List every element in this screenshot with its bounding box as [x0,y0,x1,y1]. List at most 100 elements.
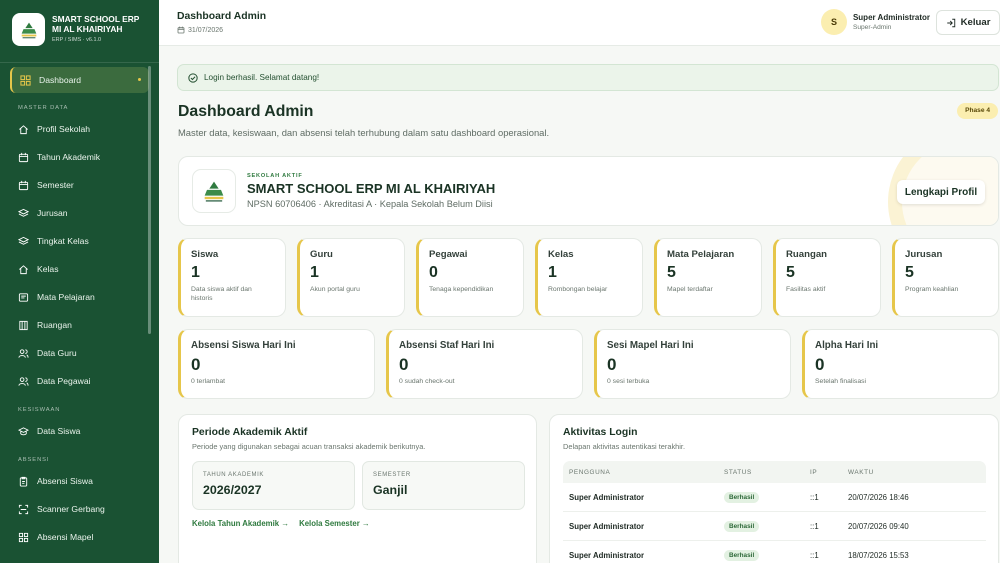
academic-year-box: TAHUN AKADEMIK 2026/2027 [192,461,355,510]
panel-title: Aktivitas Login [563,427,638,438]
stat-card-pegawai[interactable]: Pegawai 0 Tenaga kependidikan [416,238,524,317]
header-date: 31/07/2026 [177,26,223,34]
stat-desc: Rombongan belajar [548,286,608,293]
attendance-card-sesi-mapel[interactable]: Sesi Mapel Hari Ini 0 0 sesi terbuka [594,329,791,399]
status-badge: Berhasil [724,491,760,503]
stat-label: Pegawai [429,249,468,260]
stat-label: Mata Pelajaran [667,249,735,260]
sidebar: SMART SCHOOL ERP MI AL KHAIRIYAH ERP / S… [0,0,159,563]
stat-card-mata-pelajaran[interactable]: Mata Pelajaran 5 Mapel terdaftar [654,238,762,317]
manage-semester-link[interactable]: Kelola Semester → [299,519,370,528]
column-header: PENGGUNA [569,468,611,476]
user-menu[interactable]: S Super Administrator Super-Admin [820,9,930,35]
calendar-icon [177,26,185,34]
users-icon [18,348,29,358]
stat-desc: Data siswa aktif dan historis [191,286,252,302]
calendar-icon [18,180,29,190]
header-date-text: 31/07/2026 [188,26,224,34]
sidebar-item-absensi-siswa[interactable]: Absensi Siswa [0,467,159,495]
sidebar-item-label: Mata Pelajaran [37,292,95,302]
sidebar-item-scanner-gerbang[interactable]: Scanner Gerbang [0,495,159,523]
sidebar-item-label: Kelas [37,264,59,274]
semester-label: SEMESTER [373,472,411,478]
active-school-card: SEKOLAH AKTIF SMART SCHOOL ERP MI AL KHA… [178,156,999,226]
nav-section-title: MASTER DATA [18,105,69,111]
attendance-label: Absensi Siswa Hari Ini [191,340,296,351]
school-logo-icon [12,13,45,46]
attendance-value: 0 [815,355,825,374]
attendance-label: Alpha Hari Ini [815,340,879,351]
attendance-card-staf[interactable]: Absensi Staf Hari Ini 0 0 sudah check-ou… [386,329,583,399]
sidebar-item-absensi-mapel[interactable]: Absensi Mapel [0,523,159,551]
stat-card-jurusan[interactable]: Jurusan 5 Program keahlian [892,238,999,317]
layers-icon [18,208,29,217]
sidebar-item-data-siswa[interactable]: Data Siswa [0,417,159,445]
stat-card-siswa[interactable]: Siswa 1 Data siswa aktif dan historis [178,238,286,317]
logout-button[interactable]: Keluar [936,10,1000,35]
attendance-label: Sesi Mapel Hari Ini [607,340,694,351]
sidebar-item-label: Semester [37,180,74,190]
sidebar-item-label: Tahun Akademik [37,152,101,162]
table-header: PENGGUNA STATUS IP WAKTU [563,461,986,483]
sidebar-item-label: Data Pegawai [37,376,91,386]
stat-desc: Fasilitas aktif [786,286,826,293]
attendance-card-alpha[interactable]: Alpha Hari Ini 0 Setelah finalisasi [802,329,999,399]
sidebar-item-ruangan[interactable]: Ruangan [0,311,159,339]
active-dot [138,78,141,81]
sidebar-item-label: Absensi Siswa [37,476,93,486]
brand[interactable]: SMART SCHOOL ERP MI AL KHAIRIYAH ERP / S… [0,0,159,60]
cell-time: 20/07/2026 09:40 [848,521,909,531]
sidebar-item-tingkat-kelas[interactable]: Tingkat Kelas [0,227,159,255]
sidebar-item-jurusan[interactable]: Jurusan [0,199,159,227]
sidebar-item-label: Absensi Mapel [37,532,94,542]
sidebar-item-label: Ruangan [37,320,72,330]
logout-icon [946,18,955,27]
stat-label: Guru [310,249,333,260]
stat-desc: Program keahlian [905,286,959,293]
nav-section-title: KESISWAAN [18,407,61,413]
manage-academic-year-link[interactable]: Kelola Tahun Akademik → [192,519,289,528]
scan-icon [18,504,29,514]
sidebar-item-label: Dashboard [39,75,82,85]
semester-value: Ganjil [373,483,408,497]
top-header: Dashboard Admin 31/07/2026 S Super Admin… [159,0,1000,46]
stat-desc: Akun portal guru [310,286,360,293]
table-row: Super Administrator Berhasil ::1 20/07/2… [563,483,986,512]
stat-card-guru[interactable]: Guru 1 Akun portal guru [297,238,405,317]
layers-icon [18,236,29,245]
attendance-value: 0 [607,355,617,374]
attendance-desc: 0 sudah check-out [399,378,455,385]
stat-value: 1 [191,264,200,281]
sidebar-item-profil-sekolah[interactable]: Profil Sekolah [0,115,159,143]
sidebar-item-tahun-akademik[interactable]: Tahun Akademik [0,143,159,171]
logout-label: Keluar [960,17,991,28]
sidebar-item-mata-pelajaran[interactable]: Mata Pelajaran [0,283,159,311]
cell-time: 18/07/2026 15:53 [848,550,909,560]
sidebar-item-dashboard[interactable]: Dashboard [10,67,149,93]
login-activity-panel: Aktivitas Login Delapan aktivitas autent… [549,414,999,563]
sidebar-item-label: Jurusan [37,208,68,218]
sidebar-item-semester[interactable]: Semester [0,171,159,199]
attendance-desc: 0 sesi terbuka [607,378,650,385]
sidebar-item-label: Profil Sekolah [37,124,91,134]
login-activity-table: PENGGUNA STATUS IP WAKTU Super Administr… [563,461,986,563]
school-eyebrow: SEKOLAH AKTIF [247,173,303,179]
sidebar-scrollbar[interactable] [148,66,151,334]
academic-year-label: TAHUN AKADEMIK [203,472,264,478]
sidebar-item-kelas[interactable]: Kelas [0,255,159,283]
page-subtitle: Master data, kesiswaan, dan absensi tela… [178,127,550,138]
sidebar-item-data-pegawai[interactable]: Data Pegawai [0,367,159,395]
attendance-card-siswa[interactable]: Absensi Siswa Hari Ini 0 0 terlambat [178,329,375,399]
complete-profile-button[interactable]: Lengkapi Profil [897,180,985,204]
nav-section-title: ABSENSI [18,457,50,463]
semester-box: SEMESTER Ganjil [362,461,525,510]
table-row: Super Administrator Berhasil ::1 20/07/2… [563,512,986,541]
column-header: WAKTU [848,468,874,476]
stat-card-kelas[interactable]: Kelas 1 Rombongan belajar [535,238,643,317]
stat-card-ruangan[interactable]: Ruangan 5 Fasilitas aktif [773,238,881,317]
column-header: STATUS [724,468,752,476]
page-title: Dashboard Admin [178,103,314,120]
academic-year-value: 2026/2027 [203,483,262,497]
attendance-value: 0 [399,355,409,374]
sidebar-item-data-guru[interactable]: Data Guru [0,339,159,367]
